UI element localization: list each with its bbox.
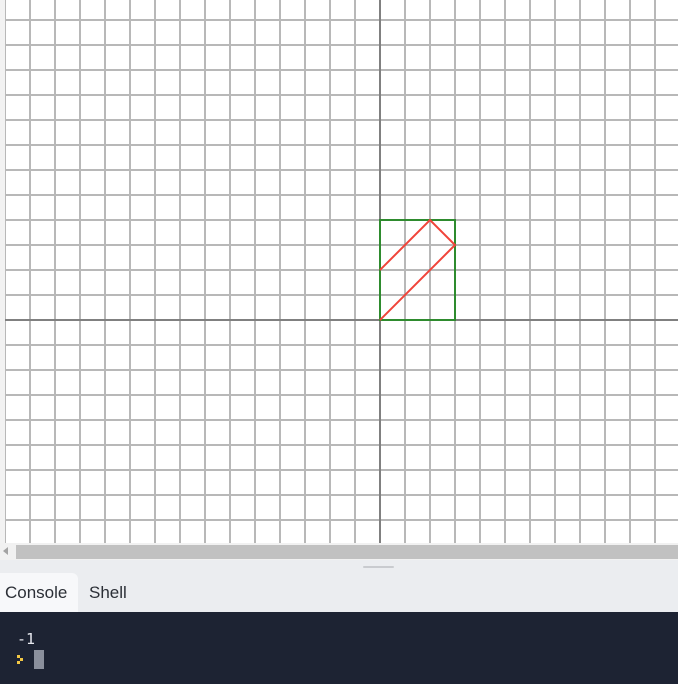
scrollbar-thumb[interactable] [16,545,678,559]
console-input-cursor[interactable] [34,650,44,669]
tab-console[interactable]: Console [0,573,78,612]
chevron-prompt-icon [17,655,23,664]
horizontal-scrollbar[interactable] [0,543,678,560]
app-window: Console Shell -1 [0,0,678,684]
console-panel[interactable]: -1 [0,612,678,684]
grid-plot [5,0,678,543]
console-output-line: -1 [17,630,36,648]
bottom-panel-tabs: Console Shell [0,560,678,612]
tab-shell[interactable]: Shell [84,573,154,612]
panel-resize-handle[interactable] [363,566,394,568]
scroll-left-arrow-icon[interactable] [3,547,8,555]
turtle-canvas[interactable] [0,0,678,543]
